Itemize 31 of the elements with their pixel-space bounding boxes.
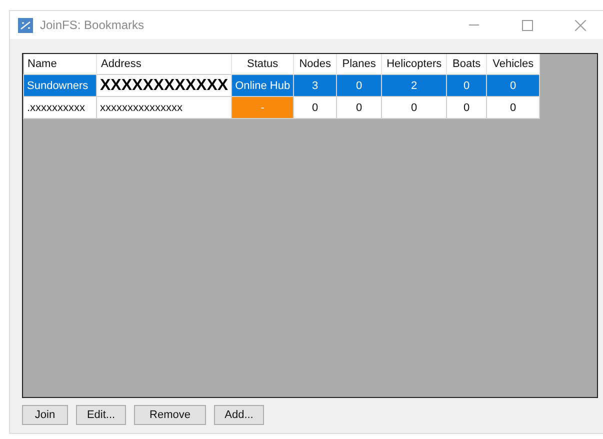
table-cell[interactable]: Sundowners	[24, 74, 96, 96]
dialog-button[interactable]: Remove	[134, 405, 206, 425]
table-cell[interactable]: 3	[294, 74, 337, 96]
column-header[interactable]: Boats	[446, 54, 487, 74]
table-cell[interactable]: 0	[486, 74, 540, 96]
column-header[interactable]: Status	[232, 54, 294, 74]
table-cell[interactable]: 0	[336, 74, 382, 96]
table-cell[interactable]: 0	[294, 96, 337, 118]
dialog-button[interactable]: Edit...	[76, 405, 126, 425]
app-icon	[18, 18, 33, 32]
close-icon	[574, 20, 586, 30]
column-header[interactable]: Helicopters	[382, 54, 447, 74]
dialog-button[interactable]: Add...	[214, 405, 264, 425]
dialog-button[interactable]: Join	[22, 405, 68, 425]
window-title: JoinFS: Bookmarks	[40, 18, 146, 32]
maximize-icon	[522, 20, 532, 30]
column-header[interactable]: Address	[96, 54, 232, 74]
table-cell[interactable]: 0	[336, 96, 382, 118]
table-cell[interactable]: 0	[446, 96, 487, 118]
table-cell[interactable]: XXXXXXXXXXXX	[96, 74, 232, 96]
column-header[interactable]: Name	[24, 54, 96, 74]
column-header[interactable]: Nodes	[294, 54, 337, 74]
status-cell[interactable]: Online Hub	[232, 74, 294, 96]
column-header[interactable]: Planes	[336, 54, 382, 74]
table-cell[interactable]: 2	[382, 74, 447, 96]
table-cell[interactable]: 0	[486, 96, 540, 118]
table-cell[interactable]: .xxxxxxxxxx	[24, 96, 96, 118]
table-cell[interactable]: xxxxxxxxxxxxxxx	[96, 96, 232, 118]
table-cell[interactable]: 0	[446, 74, 487, 96]
table-cell[interactable]: 0	[382, 96, 447, 118]
column-header[interactable]: Vehicles	[486, 54, 540, 74]
